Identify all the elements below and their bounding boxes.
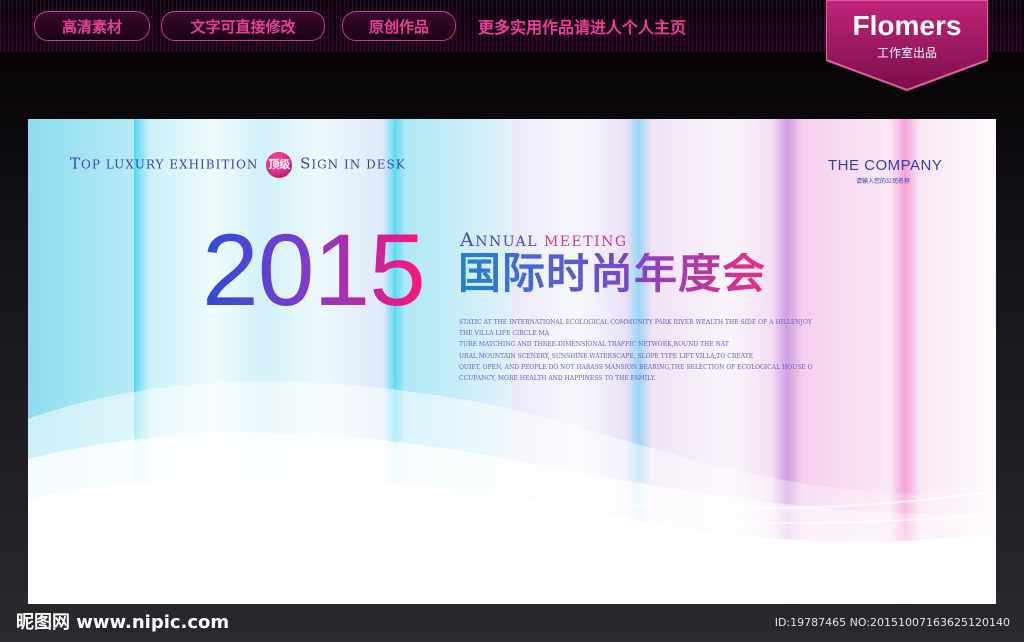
original-work-button[interactable]: 原创作品 bbox=[342, 11, 456, 41]
tagline-word: LUXURY bbox=[105, 157, 165, 172]
top-level-badge: 顶级 bbox=[266, 152, 293, 178]
watermark-site: 昵图网 www.nipic.com bbox=[16, 612, 230, 633]
company-name-placeholder: 请输入您的公司名称 bbox=[856, 178, 911, 185]
tagline-word: OP bbox=[81, 157, 101, 172]
image-id-info: ID:19787465 NO:20151007163625120140 bbox=[774, 616, 1010, 629]
homepage-note: 更多实用作品请进人个人主页 bbox=[478, 18, 687, 37]
tagline-word: S bbox=[300, 154, 312, 173]
annual-meeting-heading: ANNUAL MEETING bbox=[460, 229, 628, 251]
brand-name: Flomers bbox=[852, 10, 962, 41]
brand-logo: Flomers 工作室出品 bbox=[826, 0, 988, 92]
tagline-word: EXHIBITION bbox=[169, 157, 259, 172]
tagline-word: IGN bbox=[311, 157, 340, 172]
year-title: 2015 bbox=[202, 213, 426, 327]
editable-text-button[interactable]: 文字可直接修改 bbox=[161, 11, 325, 41]
chinese-title: 国际时尚年度会 bbox=[458, 249, 766, 299]
tagline-word: IN bbox=[344, 157, 362, 172]
annual-rest: NNUAL bbox=[475, 234, 539, 250]
poster: TOP LUXURY EXHIBITION 顶级 SIGN IN DESK TH… bbox=[28, 119, 996, 604]
company-name: THE COMPANY bbox=[828, 157, 943, 174]
brand-subtitle: 工作室出品 bbox=[876, 46, 937, 60]
meeting-word: MEETING bbox=[543, 234, 628, 250]
annual-cap: A bbox=[460, 229, 476, 251]
tagline-word: T bbox=[70, 154, 82, 173]
tagline-word: DESK bbox=[366, 157, 406, 172]
tagline: TOP LUXURY EXHIBITION 顶级 SIGN IN DESK bbox=[70, 152, 406, 178]
description-paragraph: STATIC AT THE INTERNATIONAL ECOLOGICAL C… bbox=[459, 319, 813, 383]
hd-material-button[interactable]: 高清素材 bbox=[34, 11, 150, 41]
